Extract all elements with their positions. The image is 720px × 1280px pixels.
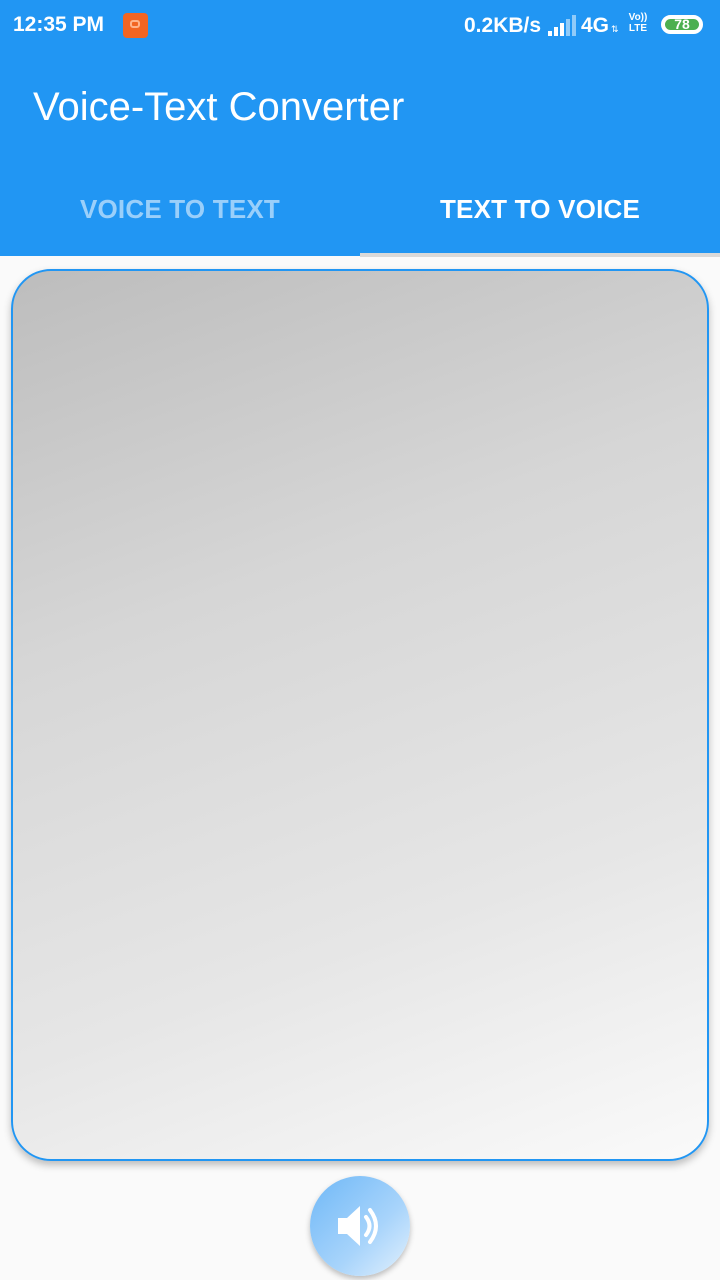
text-input[interactable]	[13, 271, 707, 1159]
speaker-volume-icon	[338, 1206, 378, 1246]
battery-level: 78	[674, 16, 690, 32]
text-input-card	[11, 269, 709, 1161]
status-bar: 12:35 PM 0.2KB/s 4G ⇅ Vo)) LTE 78	[0, 0, 720, 52]
signal-strength-icon	[548, 14, 578, 36]
volte-bottom-label: LTE	[628, 23, 648, 34]
network-type: 4G	[581, 14, 610, 37]
status-time: 12:35 PM	[13, 13, 105, 36]
volte-top-label: Vo))	[628, 12, 648, 23]
tab-text-to-voice[interactable]: TEXT TO VOICE	[360, 194, 720, 225]
data-activity-icon: ⇅	[611, 24, 619, 34]
notification-app-icon	[123, 13, 148, 38]
speak-button[interactable]	[310, 1176, 410, 1276]
app-title: Voice-Text Converter	[33, 85, 405, 129]
volte-icon: Vo)) LTE	[626, 12, 650, 34]
battery-icon: 78	[661, 15, 703, 34]
tab-voice-to-text[interactable]: VOICE TO TEXT	[0, 194, 360, 225]
tab-indicator	[360, 253, 720, 257]
network-speed: 0.2KB/s	[464, 14, 542, 37]
app-bar: 12:35 PM 0.2KB/s 4G ⇅ Vo)) LTE 78 Voice-…	[0, 0, 720, 257]
